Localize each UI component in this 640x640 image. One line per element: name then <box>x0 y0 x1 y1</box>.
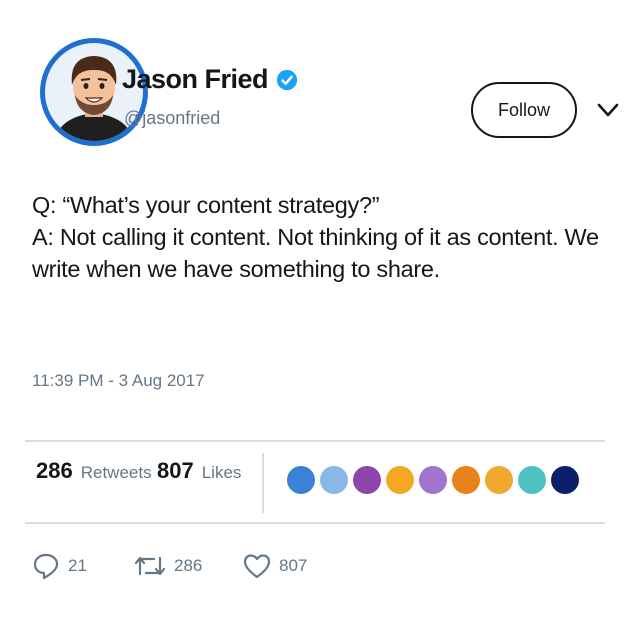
tweet-line: write when we have something to share. <box>32 255 440 282</box>
retweet-action[interactable]: 286 <box>134 552 202 580</box>
liker-avatar[interactable] <box>516 464 548 496</box>
likes-stat[interactable]: 807 Likes <box>157 458 241 484</box>
likers-avatars <box>285 464 582 496</box>
liker-avatar[interactable] <box>450 464 482 496</box>
heart-icon <box>243 554 271 579</box>
liker-avatar[interactable] <box>417 464 449 496</box>
liker-avatar[interactable] <box>549 464 581 496</box>
retweets-stat[interactable]: 286 Retweets <box>36 458 152 484</box>
handle[interactable]: @jasonfried <box>124 108 220 129</box>
name-row: Jason Fried <box>122 64 298 95</box>
chevron-down-icon[interactable] <box>596 100 620 120</box>
reply-action[interactable]: 21 <box>32 552 87 580</box>
divider <box>25 440 605 442</box>
like-action[interactable]: 807 <box>243 552 307 580</box>
reply-icon <box>33 553 59 580</box>
divider <box>262 453 264 513</box>
divider <box>25 522 605 524</box>
tweet-line: A: Not calling it content. Not thinking … <box>32 223 599 250</box>
verified-badge-icon <box>276 69 298 90</box>
liker-avatar[interactable] <box>285 464 317 496</box>
reply-count: 21 <box>68 556 87 575</box>
liker-avatar[interactable] <box>318 464 350 496</box>
liker-avatar[interactable] <box>483 464 515 496</box>
display-name[interactable]: Jason Fried <box>122 64 269 95</box>
like-count: 807 <box>279 556 308 575</box>
likes-count: 807 <box>157 458 194 483</box>
retweet-icon <box>134 556 166 576</box>
tweet-text: Q: “What’s your content strategy?” A: No… <box>32 190 602 286</box>
liker-avatar[interactable] <box>351 464 383 496</box>
tweet-line: Q: “What’s your content strategy?” <box>32 192 380 218</box>
follow-button[interactable]: Follow <box>471 82 577 138</box>
liker-avatar[interactable] <box>384 464 416 496</box>
likes-label: Likes <box>201 463 242 482</box>
retweet-count: 286 <box>174 556 203 575</box>
retweets-label: Retweets <box>80 463 152 482</box>
tweet-card: Jason Fried @jasonfried Follow Q: “What’… <box>0 0 640 640</box>
timestamp[interactable]: 11:39 PM - 3 Aug 2017 <box>32 371 205 391</box>
retweets-count: 286 <box>36 458 73 483</box>
